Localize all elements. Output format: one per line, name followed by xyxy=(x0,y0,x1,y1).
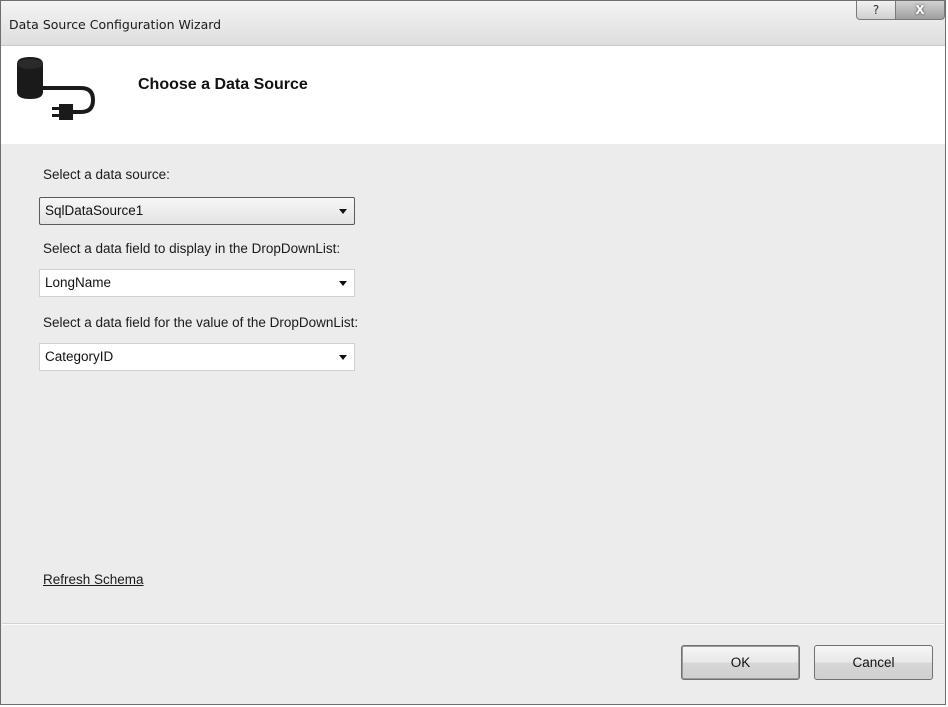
data-source-select[interactable]: SqlDataSource1 xyxy=(39,197,355,225)
window-title: Data Source Configuration Wizard xyxy=(9,17,222,32)
close-button[interactable]: X xyxy=(895,1,945,20)
help-icon: ? xyxy=(872,3,880,17)
display-field-label: Select a data field to display in the Dr… xyxy=(43,241,341,256)
dialog-window: Data Source Configuration Wizard ? X Cho… xyxy=(0,0,946,705)
data-source-label: Select a data source: xyxy=(43,167,170,182)
close-icon: X xyxy=(915,3,925,17)
wizard-header: Choose a Data Source xyxy=(1,46,945,144)
footer-divider xyxy=(2,623,944,625)
data-source-value: SqlDataSource1 xyxy=(45,203,144,218)
title-bar: Data Source Configuration Wizard ? X xyxy=(1,1,945,46)
page-title: Choose a Data Source xyxy=(138,76,308,93)
display-field-select[interactable]: LongName xyxy=(39,269,355,297)
value-field-select[interactable]: CategoryID xyxy=(39,343,355,371)
refresh-schema-link[interactable]: Refresh Schema xyxy=(43,572,144,587)
chevron-down-icon xyxy=(339,281,347,286)
ok-button[interactable]: OK xyxy=(681,645,800,680)
value-field-value: CategoryID xyxy=(45,349,114,364)
value-field-label: Select a data field for the value of the… xyxy=(43,315,359,330)
help-button[interactable]: ? xyxy=(856,1,896,20)
chevron-down-icon xyxy=(339,209,347,214)
display-field-value: LongName xyxy=(45,275,112,290)
database-plug-icon xyxy=(17,57,96,120)
chevron-down-icon xyxy=(339,355,347,360)
cancel-button[interactable]: Cancel xyxy=(814,645,933,680)
